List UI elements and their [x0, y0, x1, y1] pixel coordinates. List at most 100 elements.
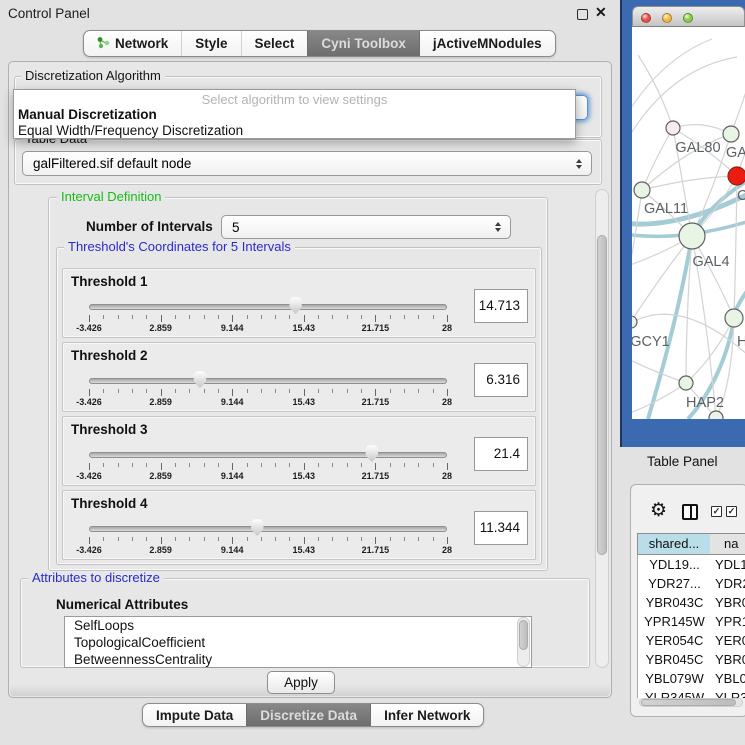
threshold-value-field[interactable]: 11.344	[474, 511, 528, 545]
tick-mark	[404, 315, 405, 319]
network-node[interactable]	[725, 309, 743, 327]
network-node[interactable]	[634, 182, 650, 198]
network-node[interactable]	[679, 376, 693, 390]
threshold-value-field[interactable]: 6.316	[474, 363, 528, 397]
table-horizontal-scrollbar[interactable]	[639, 698, 743, 707]
tick-label: 21.715	[345, 471, 405, 481]
scrollbar-thumb[interactable]	[641, 699, 736, 706]
algorithm-option-equal-width[interactable]: Equal Width/Frequency Discretization	[18, 123, 243, 138]
cell-shared-name: YDL19...	[638, 555, 711, 574]
tab-infer-network[interactable]: Infer Network	[370, 704, 483, 726]
tick-mark	[132, 389, 133, 393]
scrollbar-thumb[interactable]	[597, 235, 607, 555]
tick-mark	[375, 463, 376, 470]
list-item[interactable]: SelfLoops	[65, 617, 531, 634]
table-row[interactable]: YER054CYER0	[638, 631, 745, 650]
close-light[interactable]	[641, 13, 651, 23]
slider-track[interactable]	[89, 452, 447, 458]
tick-mark	[418, 537, 419, 541]
tick-mark	[418, 315, 419, 319]
network-icon	[97, 36, 110, 52]
network-edge[interactable]	[642, 128, 673, 190]
gear-icon[interactable]: ⚙	[650, 501, 667, 520]
checkbox-icon[interactable]: ✓	[726, 506, 737, 517]
scrollbar-thumb[interactable]	[519, 620, 528, 650]
tick-label: 2.859	[131, 545, 191, 555]
table-row[interactable]: YPR145WYPR1	[638, 612, 745, 631]
slider-thumb[interactable]	[192, 371, 207, 388]
network-edge[interactable]	[632, 190, 642, 299]
tab-network[interactable]: Network	[84, 31, 181, 56]
tick-mark	[218, 389, 219, 393]
table-row[interactable]: YBR043CYBR0	[638, 593, 745, 612]
tab-jactivemnodules[interactable]: jActiveMNodules	[419, 31, 555, 56]
table-row[interactable]: YBR045CYBR0	[638, 650, 745, 669]
network-edge[interactable]	[673, 125, 731, 134]
table-body: YDL19...YDL1YDR27...YDR2YBR043CYBR0YPR14…	[637, 555, 745, 698]
network-view-canvas[interactable]: GAL80GACGAL11GAL4GCY1HHAP2	[632, 27, 745, 419]
tick-mark	[347, 315, 348, 319]
slider-thumb[interactable]	[288, 297, 303, 314]
algorithm-option-manual[interactable]: Manual Discretization	[18, 107, 157, 122]
table-row[interactable]: YDL19...YDL1	[638, 555, 745, 574]
tick-mark	[118, 315, 119, 319]
network-node[interactable]	[728, 167, 745, 185]
tab-style[interactable]: Style	[181, 31, 240, 56]
minimize-light[interactable]	[662, 13, 672, 23]
tab-label: Network	[115, 36, 168, 51]
threshold-label: Threshold 2	[71, 348, 148, 363]
network-node[interactable]	[723, 126, 739, 142]
apply-button[interactable]: Apply	[267, 671, 335, 694]
column-header-name[interactable]: na	[710, 533, 745, 555]
table-row[interactable]: YLR345WYLR3	[638, 688, 745, 698]
tab-impute-data[interactable]: Impute Data	[143, 704, 246, 726]
tab-cyni-toolbox[interactable]: Cyni Toolbox	[307, 31, 419, 56]
settings-scrollbar[interactable]	[595, 189, 609, 668]
zoom-light[interactable]	[683, 13, 693, 23]
tick-label: -3.426	[59, 323, 119, 333]
tick-mark	[175, 537, 176, 541]
network-window-titlebar[interactable]	[632, 6, 745, 27]
network-edge[interactable]	[632, 39, 712, 119]
tick-mark	[418, 389, 419, 393]
tab-select[interactable]: Select	[241, 31, 308, 56]
tick-mark	[390, 315, 391, 319]
number-of-intervals-combobox[interactable]: 5	[221, 215, 511, 239]
threshold-label: Threshold 3	[71, 422, 148, 437]
close-icon[interactable]: ✕	[595, 4, 607, 21]
tick-mark	[146, 537, 147, 541]
threshold-value-field[interactable]: 14.713	[474, 289, 528, 323]
slider-thumb[interactable]	[250, 519, 265, 536]
tick-mark	[118, 537, 119, 541]
split-table-icon[interactable]	[682, 504, 698, 520]
table-row[interactable]: YBL079WYBL0	[638, 669, 745, 688]
tab-label: Style	[195, 36, 227, 51]
list-item[interactable]: TopologicalCoefficient	[65, 634, 531, 651]
slider-track[interactable]	[89, 378, 447, 384]
threshold-box-1: Threshold 1-3.4262.8599.14415.4321.71528…	[62, 268, 536, 338]
network-node[interactable]	[666, 121, 680, 135]
tab-discretize-data[interactable]: Discretize Data	[246, 704, 370, 726]
column-header-shared-name[interactable]: shared...	[637, 533, 711, 555]
threshold-value-field[interactable]: 21.4	[474, 437, 528, 471]
slider-track[interactable]	[89, 304, 447, 310]
attributes-list-scrollbar[interactable]	[517, 617, 530, 667]
table-row[interactable]: YDR27...YDR2	[638, 574, 745, 593]
network-node[interactable]	[632, 316, 637, 328]
network-node[interactable]	[679, 223, 705, 249]
checkbox-icon[interactable]: ✓	[711, 506, 722, 517]
tick-mark	[318, 389, 319, 393]
tick-mark	[275, 463, 276, 467]
float-window-icon[interactable]	[577, 9, 588, 20]
table-data-combobox[interactable]: galFiltered.sif default node	[22, 151, 592, 176]
tick-mark	[218, 537, 219, 541]
slider-thumb[interactable]	[364, 445, 379, 462]
network-edge[interactable]	[648, 236, 692, 419]
list-item[interactable]: BetweennessCentrality	[65, 651, 531, 668]
algorithm-placeholder-option[interactable]: Select algorithm to view settings	[14, 92, 575, 107]
tab-label: Select	[255, 36, 295, 51]
network-node[interactable]	[709, 411, 723, 419]
slider-track[interactable]	[89, 526, 447, 532]
tick-mark	[261, 537, 262, 541]
tick-mark	[161, 463, 162, 470]
